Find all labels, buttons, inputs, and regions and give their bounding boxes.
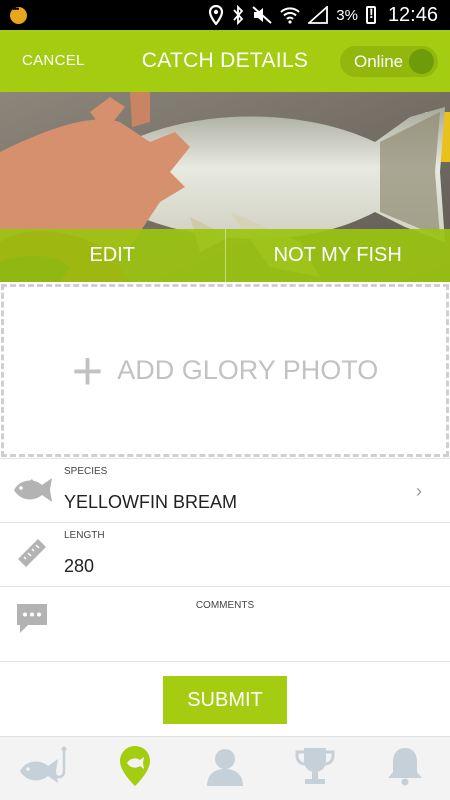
battery-icon (365, 5, 376, 24)
bottom-nav (0, 736, 450, 800)
battery-percent: 3% (336, 6, 358, 24)
nav-profile[interactable] (180, 737, 270, 800)
ruler-icon (16, 537, 48, 574)
comments-label: COMMENTS (195, 600, 255, 611)
comments-row[interactable]: COMMENTS (0, 586, 450, 662)
nav-leaderboard[interactable] (270, 737, 360, 800)
species-value: YELLOWFIN BREAM (64, 492, 238, 512)
submit-button[interactable]: SUBMIT (163, 676, 287, 724)
nav-map[interactable] (90, 737, 180, 800)
fish-icon (10, 475, 56, 510)
plus-icon: + (71, 340, 104, 401)
length-row[interactable]: LENGTH 280 (0, 522, 450, 586)
add-glory-photo-button[interactable]: + ADD GLORY PHOTO (1, 284, 449, 457)
app-header: CANCEL CATCH DETAILS Online (0, 30, 450, 92)
profile-icon (205, 746, 245, 791)
species-label: SPECIES (64, 466, 108, 477)
trophy-icon (294, 746, 336, 791)
clock: 12:46 (387, 3, 438, 26)
wifi-icon (280, 6, 300, 24)
toggle-knob (409, 49, 434, 74)
nav-catches[interactable] (0, 737, 90, 800)
signal-icon (308, 6, 329, 24)
nav-notifications[interactable] (360, 737, 450, 800)
online-toggle[interactable]: Online (340, 46, 438, 77)
bell-icon (386, 746, 424, 791)
bluetooth-icon (232, 5, 244, 25)
chevron-right-icon: › (416, 481, 422, 501)
photo-actions-bar: EDIT NOT MY FISH (0, 229, 450, 282)
fish-hook-icon (16, 746, 74, 791)
status-bar: 3% 12:46 (0, 0, 450, 30)
not-my-fish-button[interactable]: NOT MY FISH (226, 229, 450, 282)
length-label: LENGTH (64, 530, 105, 541)
add-glory-photo-label: ADD GLORY PHOTO (117, 355, 379, 385)
location-icon (208, 5, 224, 25)
species-row[interactable]: SPECIES YELLOWFIN BREAM › (0, 458, 450, 522)
location-pin-icon (118, 745, 152, 792)
edit-button[interactable]: EDIT (0, 229, 226, 282)
length-input[interactable]: 280 (64, 556, 94, 577)
cancel-button[interactable]: CANCEL (22, 52, 85, 69)
online-toggle-label: Online (354, 52, 404, 71)
mute-icon (252, 6, 272, 24)
